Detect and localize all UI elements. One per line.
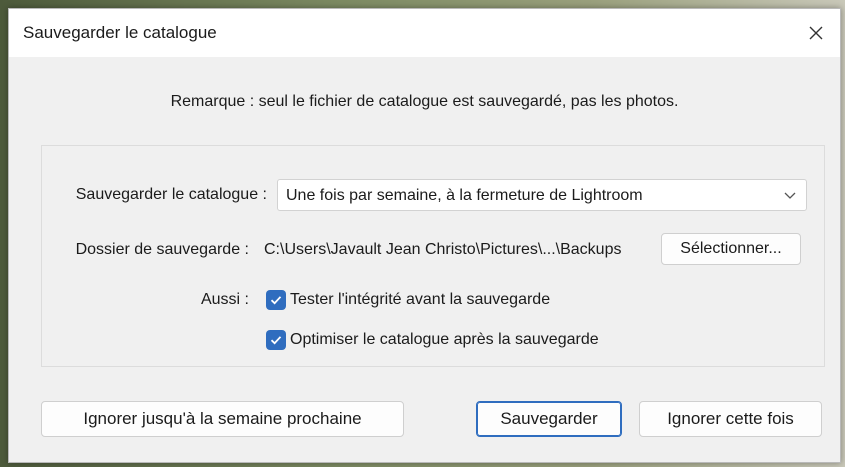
backup-frequency-value: Une fois par semaine, à la fermeture de … xyxy=(286,187,643,204)
check-icon xyxy=(270,336,282,345)
backup-catalog-dialog: Sauvegarder le catalogue Remarque : seul… xyxy=(8,8,841,463)
skip-until-next-week-button[interactable]: Ignorer jusqu'à la semaine prochaine xyxy=(41,401,404,437)
title-bar: Sauvegarder le catalogue xyxy=(9,9,840,57)
backup-folder-label: Dossier de sauvegarde : xyxy=(75,241,249,258)
skip-this-time-button[interactable]: Ignorer cette fois xyxy=(639,401,822,437)
choose-folder-button[interactable]: Sélectionner... xyxy=(661,233,801,265)
dialog-title: Sauvegarder le catalogue xyxy=(23,23,217,42)
integrity-checkbox-label[interactable]: Tester l'intégrité avant la sauvegarde xyxy=(290,291,550,309)
chevron-down-icon xyxy=(784,192,796,199)
integrity-checkbox[interactable] xyxy=(266,290,286,310)
close-icon xyxy=(809,26,823,40)
check-icon xyxy=(270,296,282,305)
close-button[interactable] xyxy=(792,9,840,57)
optimize-checkbox[interactable] xyxy=(266,330,286,350)
also-label: Aussi : xyxy=(200,291,249,308)
optimize-checkbox-label[interactable]: Optimiser le catalogue après la sauvegar… xyxy=(290,331,599,349)
backup-frequency-label: Sauvegarder le catalogue : xyxy=(75,186,267,203)
backup-folder-path: C:\Users\Javault Jean Christo\Pictures\.… xyxy=(264,241,622,258)
backup-button[interactable]: Sauvegarder xyxy=(476,401,622,437)
note-text: Remarque : seul le fichier de catalogue … xyxy=(170,93,679,110)
backup-frequency-select[interactable]: Une fois par semaine, à la fermeture de … xyxy=(277,179,807,211)
